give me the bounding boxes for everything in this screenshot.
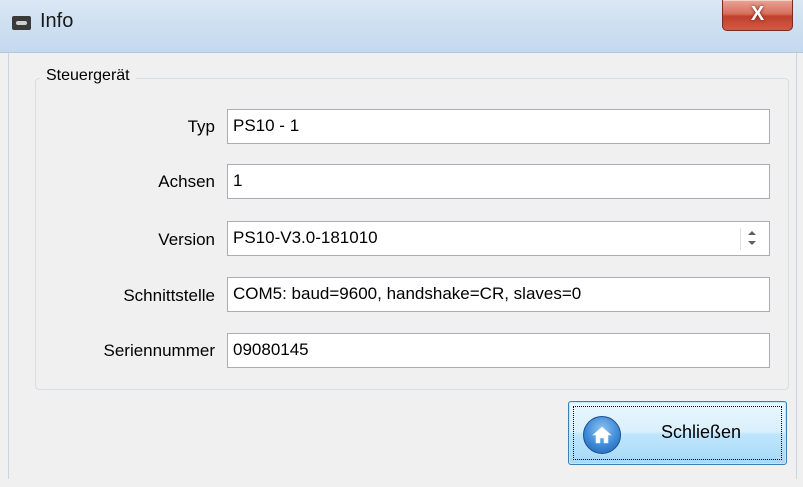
app-icon: [12, 16, 31, 30]
seriennummer-label: Seriennummer: [103, 341, 216, 360]
achsen-label: Achsen: [158, 172, 215, 191]
typ-field[interactable]: PS10 - 1: [227, 109, 770, 144]
schnittstelle-field[interactable]: COM5: baud=9600, handshake=CR, slaves=0: [227, 277, 770, 312]
window-title: Info: [40, 10, 74, 32]
schliessen-label: Schließen: [661, 422, 742, 442]
version-value: PS10-V3.0-181010: [233, 228, 378, 247]
version-field[interactable]: PS10-V3.0-181010: [227, 221, 770, 256]
window-close-button[interactable]: X: [722, 0, 793, 31]
typ-label: Typ: [187, 117, 215, 136]
title-bar: Info X: [0, 0, 803, 53]
spinner-down-icon[interactable]: [748, 241, 756, 245]
spinner-up-icon[interactable]: [748, 231, 756, 235]
schnittstelle-label: Schnittstelle: [123, 286, 215, 305]
home-icon: [583, 416, 621, 454]
close-icon: X: [750, 3, 765, 25]
groupbox-label: Steuergerät: [40, 67, 136, 85]
version-label: Version: [158, 230, 215, 249]
spinner-icon[interactable]: [740, 228, 763, 250]
achsen-field[interactable]: 1: [227, 164, 770, 199]
seriennummer-field[interactable]: 09080145: [227, 333, 770, 368]
schliessen-button[interactable]: Schließen: [568, 401, 787, 465]
